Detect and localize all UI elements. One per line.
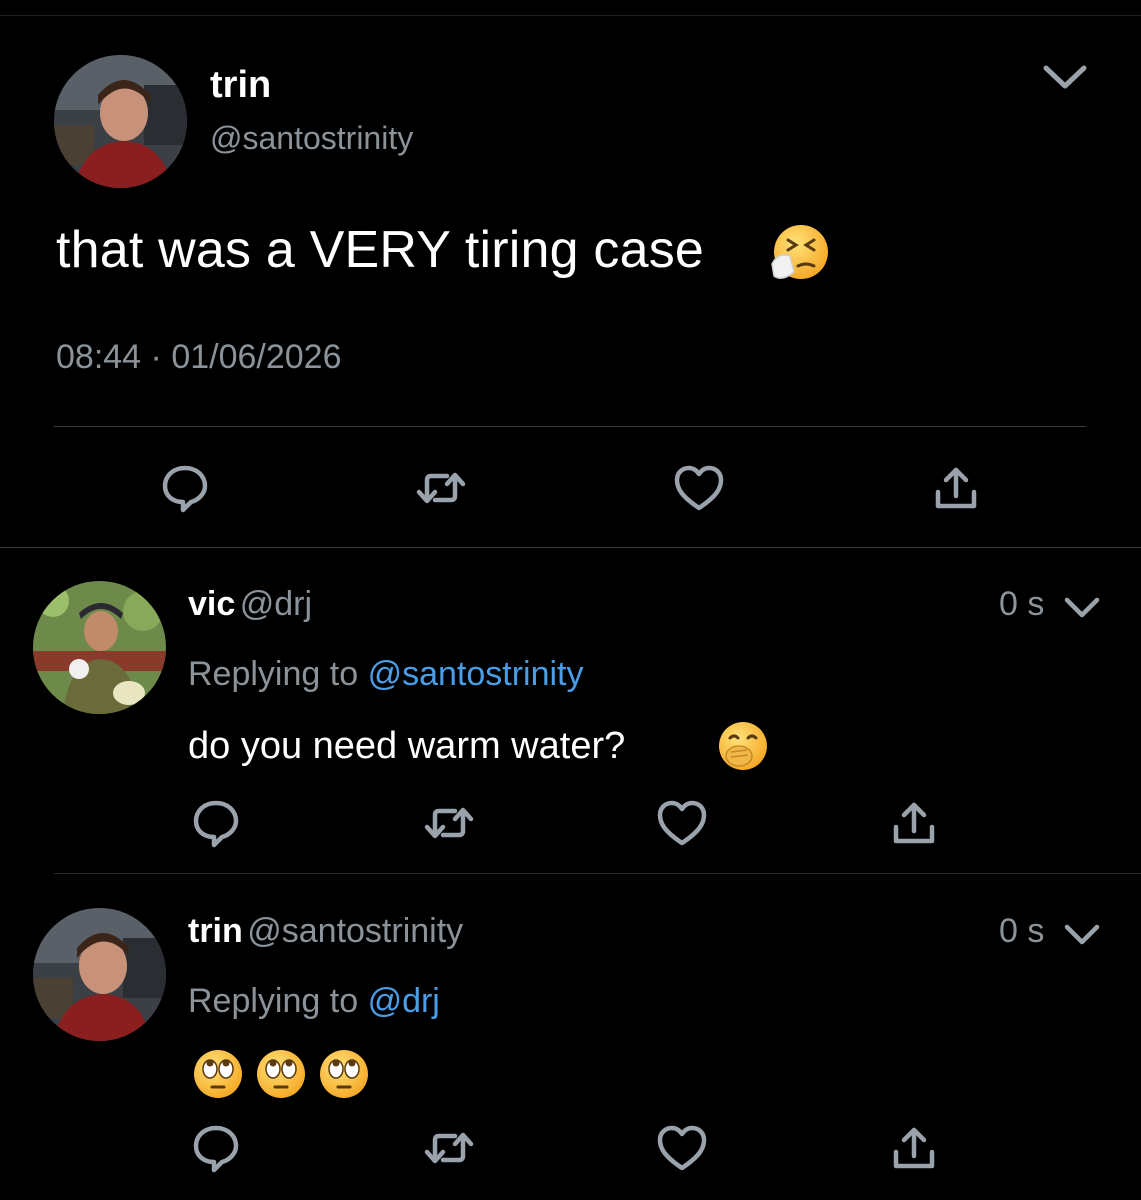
reply-header: trin @santostrinity (188, 910, 463, 952)
chevron-down-icon[interactable] (1040, 58, 1090, 94)
divider (0, 547, 1141, 548)
replying-to: Replying to @drj (188, 980, 440, 1022)
share-icon[interactable] (886, 795, 942, 851)
avatar-trin[interactable] (54, 55, 187, 188)
like-icon[interactable] (654, 1120, 710, 1176)
mention-link[interactable]: @santostrinity (368, 655, 584, 693)
reply-header: vic @drj (188, 583, 312, 625)
replying-prefix: Replying to (188, 655, 359, 693)
retweet-icon[interactable] (421, 795, 477, 851)
tweet-text: that was a VERY tiring case (56, 221, 705, 279)
share-icon[interactable] (886, 1120, 942, 1176)
replying-prefix: Replying to (188, 982, 359, 1020)
reply-icon[interactable] (188, 1120, 244, 1176)
top-divider (0, 15, 1141, 16)
share-icon[interactable] (928, 460, 984, 516)
like-icon[interactable] (654, 795, 710, 851)
reply-author-name[interactable]: vic (188, 585, 235, 623)
avatar-trin[interactable] (33, 908, 166, 1041)
divider (54, 873, 1141, 874)
mention-link[interactable]: @drj (368, 982, 440, 1020)
retweet-icon[interactable] (421, 1120, 477, 1176)
sneezing-face-emoji (768, 222, 830, 284)
reply-author-handle[interactable]: @santostrinity (247, 912, 463, 950)
reply-time: 0 s (999, 912, 1045, 950)
reply-author-name[interactable]: trin (188, 912, 243, 950)
divider (54, 426, 1086, 427)
time-separator: · (150, 338, 162, 376)
chevron-down-icon[interactable] (1062, 919, 1102, 949)
reply-author-handle[interactable]: @drj (240, 585, 312, 623)
tweet-timestamp: 08:44 · 01/06/2026 (56, 336, 342, 378)
face-with-rolling-eyes-emoji (318, 1048, 370, 1100)
author-name[interactable]: trin (210, 62, 271, 108)
face-with-rolling-eyes-emoji (255, 1048, 307, 1100)
replying-to: Replying to @santostrinity (188, 653, 583, 695)
reply-time: 0 s (999, 585, 1045, 623)
tweet-time: 08:44 (56, 338, 142, 376)
author-handle[interactable]: @santostrinity (210, 118, 413, 158)
hand-over-mouth-emoji (717, 720, 769, 772)
reply-icon[interactable] (188, 795, 244, 851)
like-icon[interactable] (671, 460, 727, 516)
chevron-down-icon[interactable] (1062, 592, 1102, 622)
reply-icon[interactable] (157, 460, 213, 516)
reply-text: do you need warm water? (188, 725, 626, 767)
avatar-vic[interactable] (33, 581, 166, 714)
retweet-icon[interactable] (413, 460, 469, 516)
tweet-date: 01/06/2026 (171, 338, 342, 376)
face-with-rolling-eyes-emoji (192, 1048, 244, 1100)
